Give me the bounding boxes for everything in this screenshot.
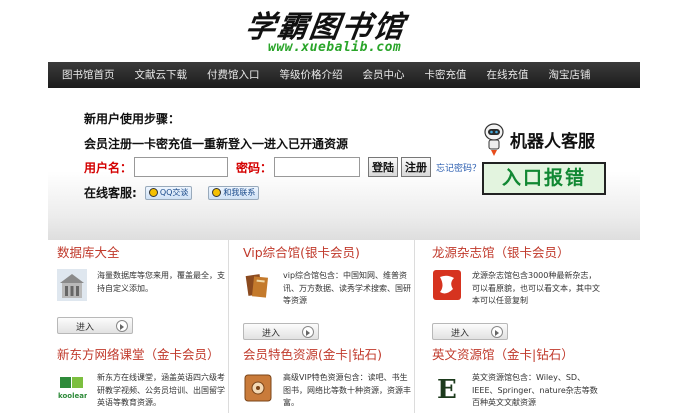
login-form: 用户名： 密码： 登陆 注册 忘记密码？ — [84, 156, 481, 178]
card-title[interactable]: 新东方网络课堂（金卡会员） — [57, 344, 220, 363]
username-input[interactable] — [134, 157, 229, 177]
card-member-features: 会员特色资源(金卡|钻石) 高级VIP特色资源包含：读吧、书生图书，网络比等数十… — [243, 344, 413, 413]
card-koolearn: 新东方网络课堂（金卡会员） koolearn 新东方在线课堂，涵盖英语四六级考研… — [57, 344, 227, 413]
card-longyuan: 龙源杂志馆（银卡会员） 龙源杂志馆包含3000种最新杂志，可以看原貌，也可以看文… — [432, 242, 602, 342]
login-button[interactable]: 登陆 — [368, 157, 399, 177]
safe-icon — [244, 374, 272, 402]
service-label: 在线客服: — [84, 186, 137, 200]
enter-button[interactable]: 进入 — [243, 323, 319, 340]
card-vip: Vip综合馆(银卡会员) vip综合馆包含：中国知网、维普资讯、万方数据、读秀学… — [243, 242, 413, 342]
arrow-right-icon — [116, 320, 128, 332]
card-description: vip综合馆包含：中国知网、维普资讯、万方数据、读秀学术搜索、国研等资源 — [283, 271, 411, 305]
enter-label: 进入 — [262, 329, 281, 339]
column-divider — [228, 240, 229, 413]
nav-item-card-recharge[interactable]: 卡密充值 — [415, 62, 477, 88]
username-label: 用户名： — [84, 160, 133, 175]
card-description: 龙源杂志馆包含3000种最新杂志，可以看原貌，也可以看文本，其中文本可以任意复制 — [472, 271, 600, 305]
steps-title: 新用户使用步骤： — [84, 112, 181, 126]
enter-label: 进入 — [76, 323, 95, 333]
forgot-password-link[interactable]: 忘记密码？ — [436, 161, 481, 174]
column-divider — [414, 240, 415, 413]
logo-url: www.xuebalib.com — [268, 40, 402, 55]
nav-item-member-center[interactable]: 会员中心 — [353, 62, 415, 88]
steps-description: 会员注册一卡密充值一重新登入一进入已开通资源 — [84, 137, 349, 151]
svg-text:koolearn: koolearn — [58, 392, 87, 400]
online-service: 在线客服: QQ交谈 和我联系 — [84, 184, 260, 201]
main-nav: 图书馆首页 文献云下载 付费馆入口 等级价格介绍 会员中心 卡密充值 在线充值 … — [48, 62, 640, 88]
library-building-icon — [57, 269, 87, 301]
card-title[interactable]: 龙源杂志馆（银卡会员） — [432, 242, 570, 261]
qq-icon — [212, 188, 222, 197]
nav-item-cloud-download[interactable]: 文献云下载 — [125, 62, 198, 88]
register-button[interactable]: 注册 — [401, 157, 432, 177]
enter-label: 进入 — [451, 329, 470, 339]
robot-service-label: 机器人客服 — [510, 132, 595, 152]
card-title[interactable]: 会员特色资源(金卡|钻石) — [243, 344, 382, 363]
nav-item-paid-entry[interactable]: 付费馆入口 — [197, 62, 270, 88]
koolearn-logo-icon: koolearn — [57, 371, 87, 403]
qq-chat-button[interactable]: QQ交谈 — [144, 185, 193, 200]
card-title[interactable]: 英文资源馆（金卡|钻石） — [432, 344, 574, 363]
login-panel: 新用户使用步骤： 会员注册一卡密充值一重新登入一进入已开通资源 用户名： 密码：… — [48, 88, 640, 240]
card-description: 英文资源馆包含：Wiley、SD、IEEE、Springer、nature杂志等… — [472, 373, 598, 407]
qq-chat-label: QQ交谈 — [159, 188, 189, 197]
site-logo[interactable]: 学霸图书馆 www.xuebalib.com — [240, 2, 440, 58]
card-title[interactable]: Vip综合馆(银卡会员) — [243, 242, 360, 261]
card-description: 高级VIP特色资源包含：读吧、书生图书，网络比等数十种资源，资源丰富。 — [283, 373, 411, 407]
qq-icon — [148, 188, 158, 197]
card-description: 新东方在线课堂，涵盖英语四六级考研教学视频、公务员培训、出国留学英语等教育资源。 — [97, 373, 225, 407]
page: { "logo": { "title": "学霸图书馆", "url": "ww… — [0, 0, 690, 413]
enter-button[interactable]: 进入 — [57, 317, 133, 334]
letter-e-icon: E — [432, 371, 462, 403]
card-database: 数据库大全 海量数据库等您来用，覆盖最全，支持自定义添加。 进入 — [57, 242, 227, 342]
password-label: 密码： — [236, 160, 273, 175]
nav-item-home[interactable]: 图书馆首页 — [48, 62, 125, 88]
card-english-resources: 英文资源馆（金卡|钻石） E 英文资源馆包含：Wiley、SD、IEEE、Spr… — [432, 344, 602, 413]
nav-item-taobao-store[interactable]: 淘宝店铺 — [539, 62, 601, 88]
enter-button[interactable]: 进入 — [432, 323, 508, 340]
svg-text:E: E — [437, 375, 457, 403]
arrow-right-icon — [491, 326, 503, 338]
card-description: 海量数据库等您来用，覆盖最全，支持自定义添加。 — [97, 271, 225, 293]
books-icon — [243, 269, 273, 301]
robot-service-link[interactable]: 机器人客服 — [480, 121, 610, 159]
contact-me-label: 和我联系 — [223, 188, 256, 197]
arrow-right-icon — [302, 326, 314, 338]
contact-me-button[interactable]: 和我联系 — [208, 185, 260, 200]
nav-item-pricing[interactable]: 等级价格介绍 — [270, 62, 353, 88]
report-error-button[interactable]: 入口报错 — [482, 162, 606, 195]
card-title[interactable]: 数据库大全 — [57, 242, 120, 261]
password-input[interactable] — [274, 157, 361, 177]
nav-item-online-recharge[interactable]: 在线充值 — [477, 62, 539, 88]
robot-icon — [484, 123, 504, 156]
longyuan-logo-icon — [433, 270, 461, 300]
